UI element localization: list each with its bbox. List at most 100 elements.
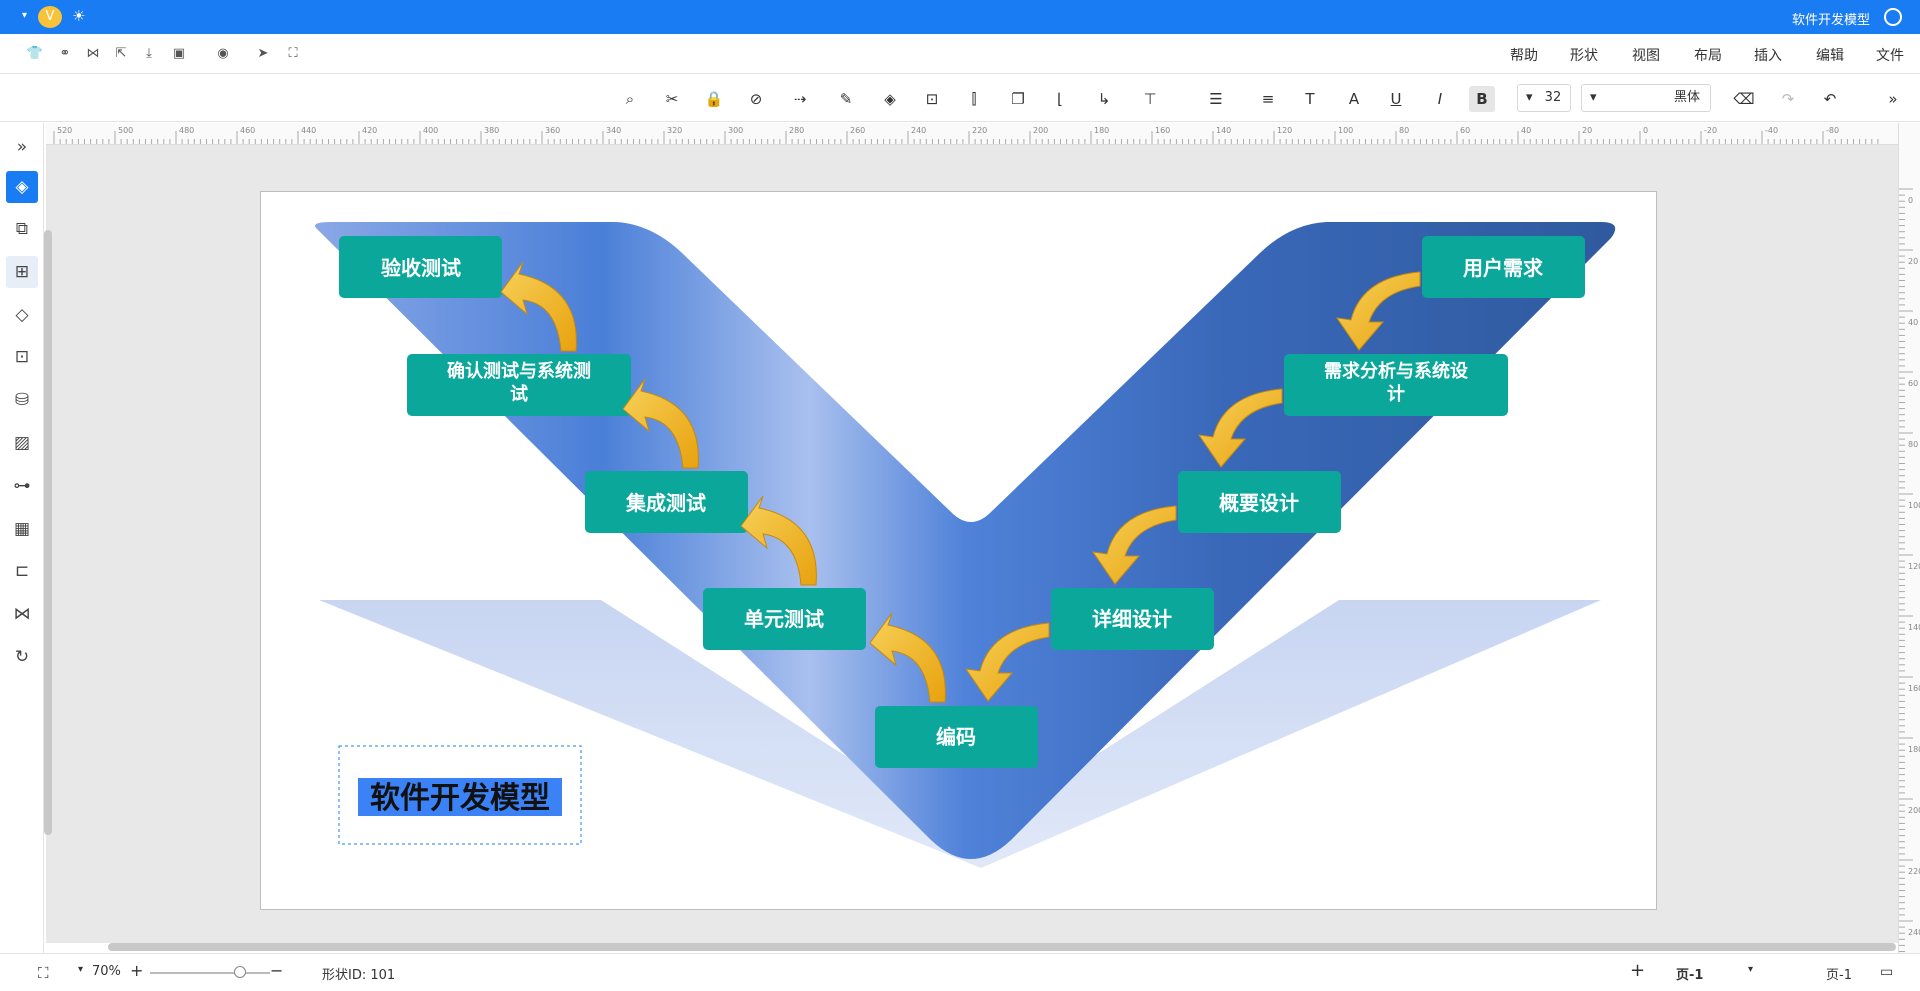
connector-icon[interactable]: ⌊ (1047, 86, 1073, 112)
menu-file[interactable]: 文件 (1876, 45, 1904, 65)
layer-front-icon[interactable]: ❐ (1005, 86, 1031, 112)
history-icon[interactable]: ↻ (6, 641, 38, 673)
pen-icon[interactable]: ✎ (833, 86, 859, 112)
page-list-dropdown-icon[interactable]: ▾ (1748, 964, 1753, 975)
zoom-slider[interactable] (150, 972, 270, 974)
font-family-select[interactable]: ▾ 黑体 (1581, 84, 1711, 112)
dropdown-caret-icon[interactable]: ▾ (22, 10, 27, 21)
fullscreen-icon[interactable]: ⛶ (284, 45, 302, 63)
ruler-label: 520 (57, 126, 72, 135)
shirt-icon[interactable]: 👕 (26, 45, 44, 63)
step-box-outline-design[interactable]: 概要设计 (1178, 471, 1341, 533)
send-icon[interactable]: ➤ (254, 45, 272, 63)
text-icon[interactable]: T (1297, 86, 1323, 112)
layers-icon[interactable]: ◇ (6, 299, 38, 331)
step-box-unit-test[interactable]: 单元测试 (703, 588, 866, 650)
bold-button[interactable]: B (1469, 86, 1495, 112)
step-box-acceptance-test[interactable]: 验收测试 (339, 236, 502, 298)
gantt-icon[interactable]: ⊏ (6, 555, 38, 587)
image-icon[interactable]: ▨ (6, 427, 38, 459)
zoom-in-icon[interactable]: + (130, 961, 143, 980)
menu-insert[interactable]: 插入 (1754, 45, 1782, 65)
waypoint-icon[interactable]: ↳ (1091, 86, 1117, 112)
menu-layout[interactable]: 布局 (1694, 45, 1722, 65)
tools-icon[interactable]: ✂ (659, 86, 685, 112)
line-style-icon[interactable]: ⇢ (787, 86, 813, 112)
shape-library-icon[interactable]: ⊞ (6, 256, 38, 288)
download-icon[interactable]: ⤓ (140, 45, 158, 63)
zoom-out-icon[interactable]: − (270, 961, 283, 980)
fill-bucket-icon[interactable]: ◈ (877, 86, 903, 112)
play-icon[interactable]: ◉ (214, 45, 232, 63)
glasses-icon[interactable]: ⚭ (56, 45, 74, 63)
menu-shape[interactable]: 形状 (1570, 45, 1598, 65)
replace-shape-icon[interactable]: ⧉ (6, 213, 38, 245)
ruler-label: 160 (1908, 684, 1920, 693)
step-box-coding[interactable]: 编码 (875, 706, 1038, 768)
undo-icon[interactable]: ↶ (1817, 86, 1843, 112)
step-box-requirement-analysis[interactable]: 需求分析与系统设 计 (1284, 354, 1508, 416)
collapse-panel-icon[interactable]: » (1880, 86, 1906, 112)
horizontal-scrollbar[interactable] (108, 943, 1896, 951)
align-center-icon[interactable]: ≡ (1255, 86, 1281, 112)
zoom-slider-handle[interactable] (234, 966, 246, 978)
italic-button[interactable]: I (1427, 86, 1453, 112)
lock-icon[interactable]: 🔒 (701, 86, 727, 112)
menu-edit[interactable]: 编辑 (1816, 45, 1844, 65)
drawing-page[interactable]: 验收测试 确认测试与系统测 试 集成测试 单元测试 编码 详细设计 概要设计 需… (260, 191, 1657, 910)
fit-screen-icon[interactable]: ⛶ (38, 964, 49, 982)
format-painter-icon[interactable]: ⌫ (1731, 86, 1757, 112)
vertical-scrollbar[interactable] (44, 230, 52, 835)
org-chart-icon[interactable]: ⊶ (6, 470, 38, 502)
no-fill-icon[interactable]: ⊘ (743, 86, 769, 112)
ruler-label: 420 (362, 126, 377, 135)
step-box-integration-test[interactable]: 集成测试 (585, 471, 748, 533)
database-icon[interactable]: ⛁ (6, 384, 38, 416)
share-icon[interactable]: ⋈ (84, 45, 102, 63)
menu-help[interactable]: 帮助 (1510, 45, 1538, 65)
menu-view[interactable]: 视图 (1632, 45, 1660, 65)
line-spacing-icon[interactable]: ☰ (1203, 86, 1229, 112)
expand-panel-icon[interactable]: » (6, 131, 38, 163)
ruler-label: 220 (1908, 867, 1920, 876)
svg-text:集成测试: 集成测试 (625, 491, 706, 515)
underline-button[interactable]: U (1383, 86, 1409, 112)
svg-text:单元测试: 单元测试 (744, 607, 824, 631)
panel-toggle-icon[interactable]: ▭ (1880, 964, 1893, 980)
step-box-system-test[interactable]: 确认测试与系统测 试 (407, 354, 631, 416)
zoom-value[interactable]: 70% (92, 964, 121, 979)
textbox-icon[interactable]: ⊤ (1137, 86, 1163, 112)
add-page-icon[interactable]: + (1630, 960, 1645, 981)
vip-badge-icon[interactable]: V (38, 6, 62, 28)
page-tab[interactable]: 页-1 (1826, 964, 1852, 983)
redo-icon[interactable]: ↷ (1775, 86, 1801, 112)
export-icon[interactable]: ⇱ (112, 45, 130, 63)
search-icon[interactable]: ⌕ (617, 86, 643, 112)
ruler-label: 80 (1399, 126, 1409, 135)
page-tab-active[interactable]: 页-1 (1676, 964, 1703, 983)
ruler-label: 440 (301, 126, 316, 135)
mindmap-icon[interactable]: ⋈ (6, 598, 38, 630)
svg-text:试: 试 (510, 383, 528, 405)
ruler-label: 180 (1094, 126, 1109, 135)
group-icon[interactable]: ⊡ (919, 86, 945, 112)
align-icon[interactable]: ⫿ (961, 86, 987, 112)
table-icon[interactable]: ▦ (6, 513, 38, 545)
left-sidebar: » ◈ ⧉ ⊞ ◇ ⊡ ⛁ ▨ ⊶ ▦ ⊏ ⋈ ↻ (0, 123, 44, 953)
caption-textbox[interactable]: 软件开发模型 (338, 745, 582, 845)
ruler-label: 340 (606, 126, 621, 135)
theme-sun-icon[interactable]: ☀ (72, 7, 85, 25)
save-icon[interactable]: ▣ (170, 45, 188, 63)
ruler-label: 60 (1460, 126, 1470, 135)
font-color-icon[interactable]: A (1341, 86, 1367, 112)
step-box-detailed-design[interactable]: 详细设计 (1051, 588, 1214, 650)
svg-text:编码: 编码 (936, 725, 976, 749)
ruler-label: 0 (1643, 126, 1648, 135)
zoom-dropdown-icon[interactable]: ▾ (78, 964, 83, 975)
step-box-user-requirements[interactable]: 用户需求 (1422, 236, 1585, 298)
font-size-select[interactable]: ▾ 32 (1517, 84, 1571, 112)
ruler-label: 480 (179, 126, 194, 135)
menu-bar: 👕 ⚭ ⋈ ⇱ ⤓ ▣ ◉ ➤ ⛶ 帮助 形状 视图 布局 插入 编辑 文件 (0, 34, 1920, 74)
presentation-icon[interactable]: ⊡ (6, 341, 38, 373)
paint-bucket-icon[interactable]: ◈ (6, 171, 38, 203)
